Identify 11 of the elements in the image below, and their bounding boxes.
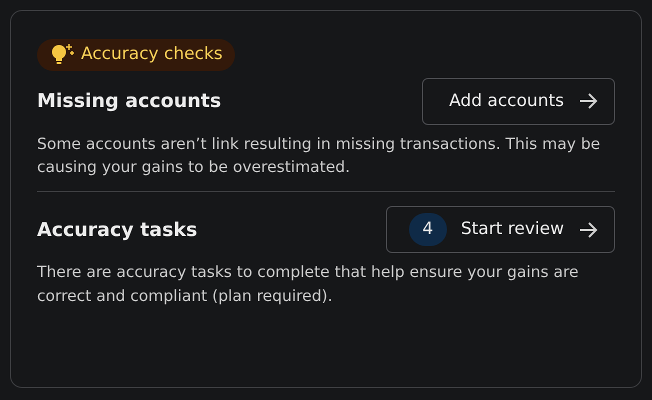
arrow-right-icon [578, 92, 598, 110]
section-description: Some accounts aren’t link resulting in missing transactions. This may be causing your gains to be overestimated. [37, 134, 602, 178]
arrow-right-icon [578, 220, 598, 239]
badge-label: Accuracy checks [81, 43, 223, 66]
action-button[interactable]: Add accounts [422, 78, 615, 125]
section-title: Accuracy tasks [37, 218, 198, 242]
action-button[interactable]: 4 Start review [386, 206, 615, 254]
section-description: There are accuracy tasks to complete that help ensure your gains are correct and compliant (plan required). [37, 262, 580, 306]
count-badge: 4 [408, 213, 447, 246]
section-title: Missing accounts [37, 89, 222, 114]
lightbulb-icon [49, 42, 75, 67]
